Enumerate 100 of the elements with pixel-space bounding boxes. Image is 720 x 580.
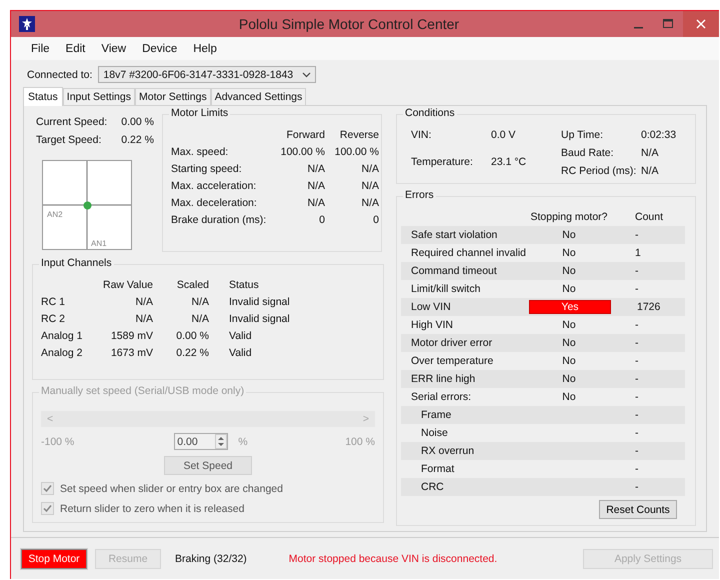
- channel-status: Invalid signal: [228, 313, 291, 325]
- condition-label: RC Period (ms):: [561, 165, 638, 177]
- limit-value: N/A: [360, 180, 379, 192]
- tab[interactable]: Status: [23, 87, 63, 106]
- tab[interactable]: Motor Settings: [135, 88, 211, 105]
- menu-item[interactable]: Edit: [58, 42, 94, 54]
- range-label: 100 %: [345, 436, 375, 448]
- condition-value: 0.0 V: [491, 129, 517, 143]
- scaled-value: N/A: [190, 313, 209, 325]
- error-label: Noise: [420, 427, 449, 439]
- star-logo-icon: [19, 16, 35, 32]
- checkbox-label: Set speed when slider or entry box are changed: [60, 482, 283, 494]
- status-message: Motor stopped because VIN is disconnected.: [288, 552, 498, 564]
- menu-item[interactable]: View: [93, 42, 134, 54]
- error-count: -: [634, 355, 638, 367]
- scaled-value: 0.00 %: [175, 330, 209, 342]
- error-label: Format: [420, 463, 456, 475]
- error-count: -: [634, 265, 638, 277]
- error-label: Low VIN: [410, 301, 452, 313]
- stopping-value: No: [561, 319, 577, 331]
- stopping-value: Yes: [529, 300, 611, 314]
- error-count: -: [634, 481, 638, 493]
- speed-label: Current Speed:: [36, 116, 108, 128]
- close-icon: [696, 19, 706, 29]
- condition-label: Baud Rate:: [561, 147, 615, 159]
- stopping-value: No: [561, 247, 577, 259]
- error-label: Command timeout: [410, 265, 498, 277]
- speed-label: Target Speed:: [36, 134, 102, 146]
- tab[interactable]: Advanced Settings: [210, 88, 306, 105]
- raw-value: 1673 mV: [110, 347, 153, 359]
- axis-label: AN1: [91, 239, 107, 248]
- limit-value: 100.00 %: [334, 146, 379, 158]
- close-button[interactable]: [683, 11, 719, 37]
- menu-item[interactable]: Device: [134, 42, 186, 54]
- error-count: -: [634, 229, 638, 241]
- limit-value: N/A: [306, 163, 325, 175]
- maximize-icon: [662, 19, 674, 29]
- reset-counts-button[interactable]: Reset Counts: [599, 500, 677, 519]
- limit-value: 0: [372, 214, 379, 226]
- raw-value: N/A: [134, 296, 153, 308]
- error-label: Motor driver error: [410, 337, 494, 349]
- error-label: Over temperature: [410, 355, 494, 367]
- error-count: -: [634, 427, 638, 439]
- error-label: Serial errors:: [410, 391, 472, 403]
- error-count: -: [634, 409, 638, 421]
- device-dropdown[interactable]: 18v7 #3200-6F06-3147-3331-0928-1843: [98, 66, 316, 83]
- error-count: -: [634, 391, 638, 403]
- limit-value: 100.00 %: [280, 146, 325, 158]
- stopping-value: No: [561, 283, 577, 295]
- error-label: Frame: [420, 409, 452, 421]
- column-header: Status: [228, 279, 260, 291]
- column-header: Scaled: [176, 279, 209, 291]
- menu-item[interactable]: File: [23, 42, 58, 54]
- error-label: Limit/kill switch: [410, 283, 482, 295]
- range-label: -100 %: [41, 436, 74, 448]
- stopping-value: No: [561, 229, 577, 241]
- speed-value: 0.00 %: [120, 116, 154, 128]
- menu-item[interactable]: Help: [185, 42, 225, 54]
- spin-arrows-icon[interactable]: [215, 434, 228, 449]
- condition-value: N/A: [641, 165, 660, 177]
- window-title: Pololu Simple Motor Control Center: [238, 16, 460, 32]
- position-dot: [83, 201, 92, 210]
- limit-label: Max. acceleration:: [171, 180, 258, 192]
- error-count: -: [634, 283, 638, 295]
- stop-motor-button[interactable]: Stop Motor: [21, 548, 87, 568]
- tab[interactable]: Input Settings: [62, 88, 135, 105]
- group-title: Manually set speed (Serial/USB mode only): [39, 385, 246, 397]
- error-label: CRC: [420, 481, 445, 493]
- stopping-value: No: [561, 265, 577, 277]
- limit-value: N/A: [306, 180, 325, 192]
- axis-label: AN2: [47, 210, 63, 219]
- channel-status: Invalid signal: [228, 296, 291, 308]
- group-title: Errors: [403, 189, 436, 201]
- connected-label: Connected to:: [27, 68, 92, 80]
- motor-state: Braking (32/32): [175, 552, 247, 564]
- channel-name: Analog 2: [41, 347, 84, 359]
- checkbox-label: Return slider to zero when it is released: [60, 502, 244, 514]
- condition-label: Up Time:: [561, 129, 604, 141]
- channel-status: Valid: [228, 347, 253, 359]
- minimize-icon: [634, 26, 642, 28]
- stopping-value: No: [561, 337, 577, 349]
- unit-label: %: [238, 436, 248, 448]
- raw-value: 1589 mV: [110, 330, 153, 342]
- condition-value: 23.1 °C: [491, 156, 528, 170]
- limit-label: Starting speed:: [171, 163, 243, 175]
- error-label: Safe start violation: [410, 229, 498, 241]
- limit-value: N/A: [360, 197, 379, 209]
- group-title: Input Channels: [39, 257, 114, 269]
- error-label: ERR line high: [410, 373, 476, 385]
- column-header: Forward: [285, 129, 325, 141]
- stopping-value: No: [561, 373, 577, 385]
- scaled-value: N/A: [190, 296, 209, 308]
- channel-status: Valid: [228, 330, 253, 342]
- error-count: -: [634, 373, 638, 385]
- channel-name: Analog 1: [41, 330, 84, 342]
- error-count: -: [634, 319, 638, 331]
- column-header: Count: [634, 211, 664, 223]
- scaled-value: 0.22 %: [175, 347, 209, 359]
- error-count: -: [634, 463, 638, 475]
- error-count: 1726: [636, 301, 660, 313]
